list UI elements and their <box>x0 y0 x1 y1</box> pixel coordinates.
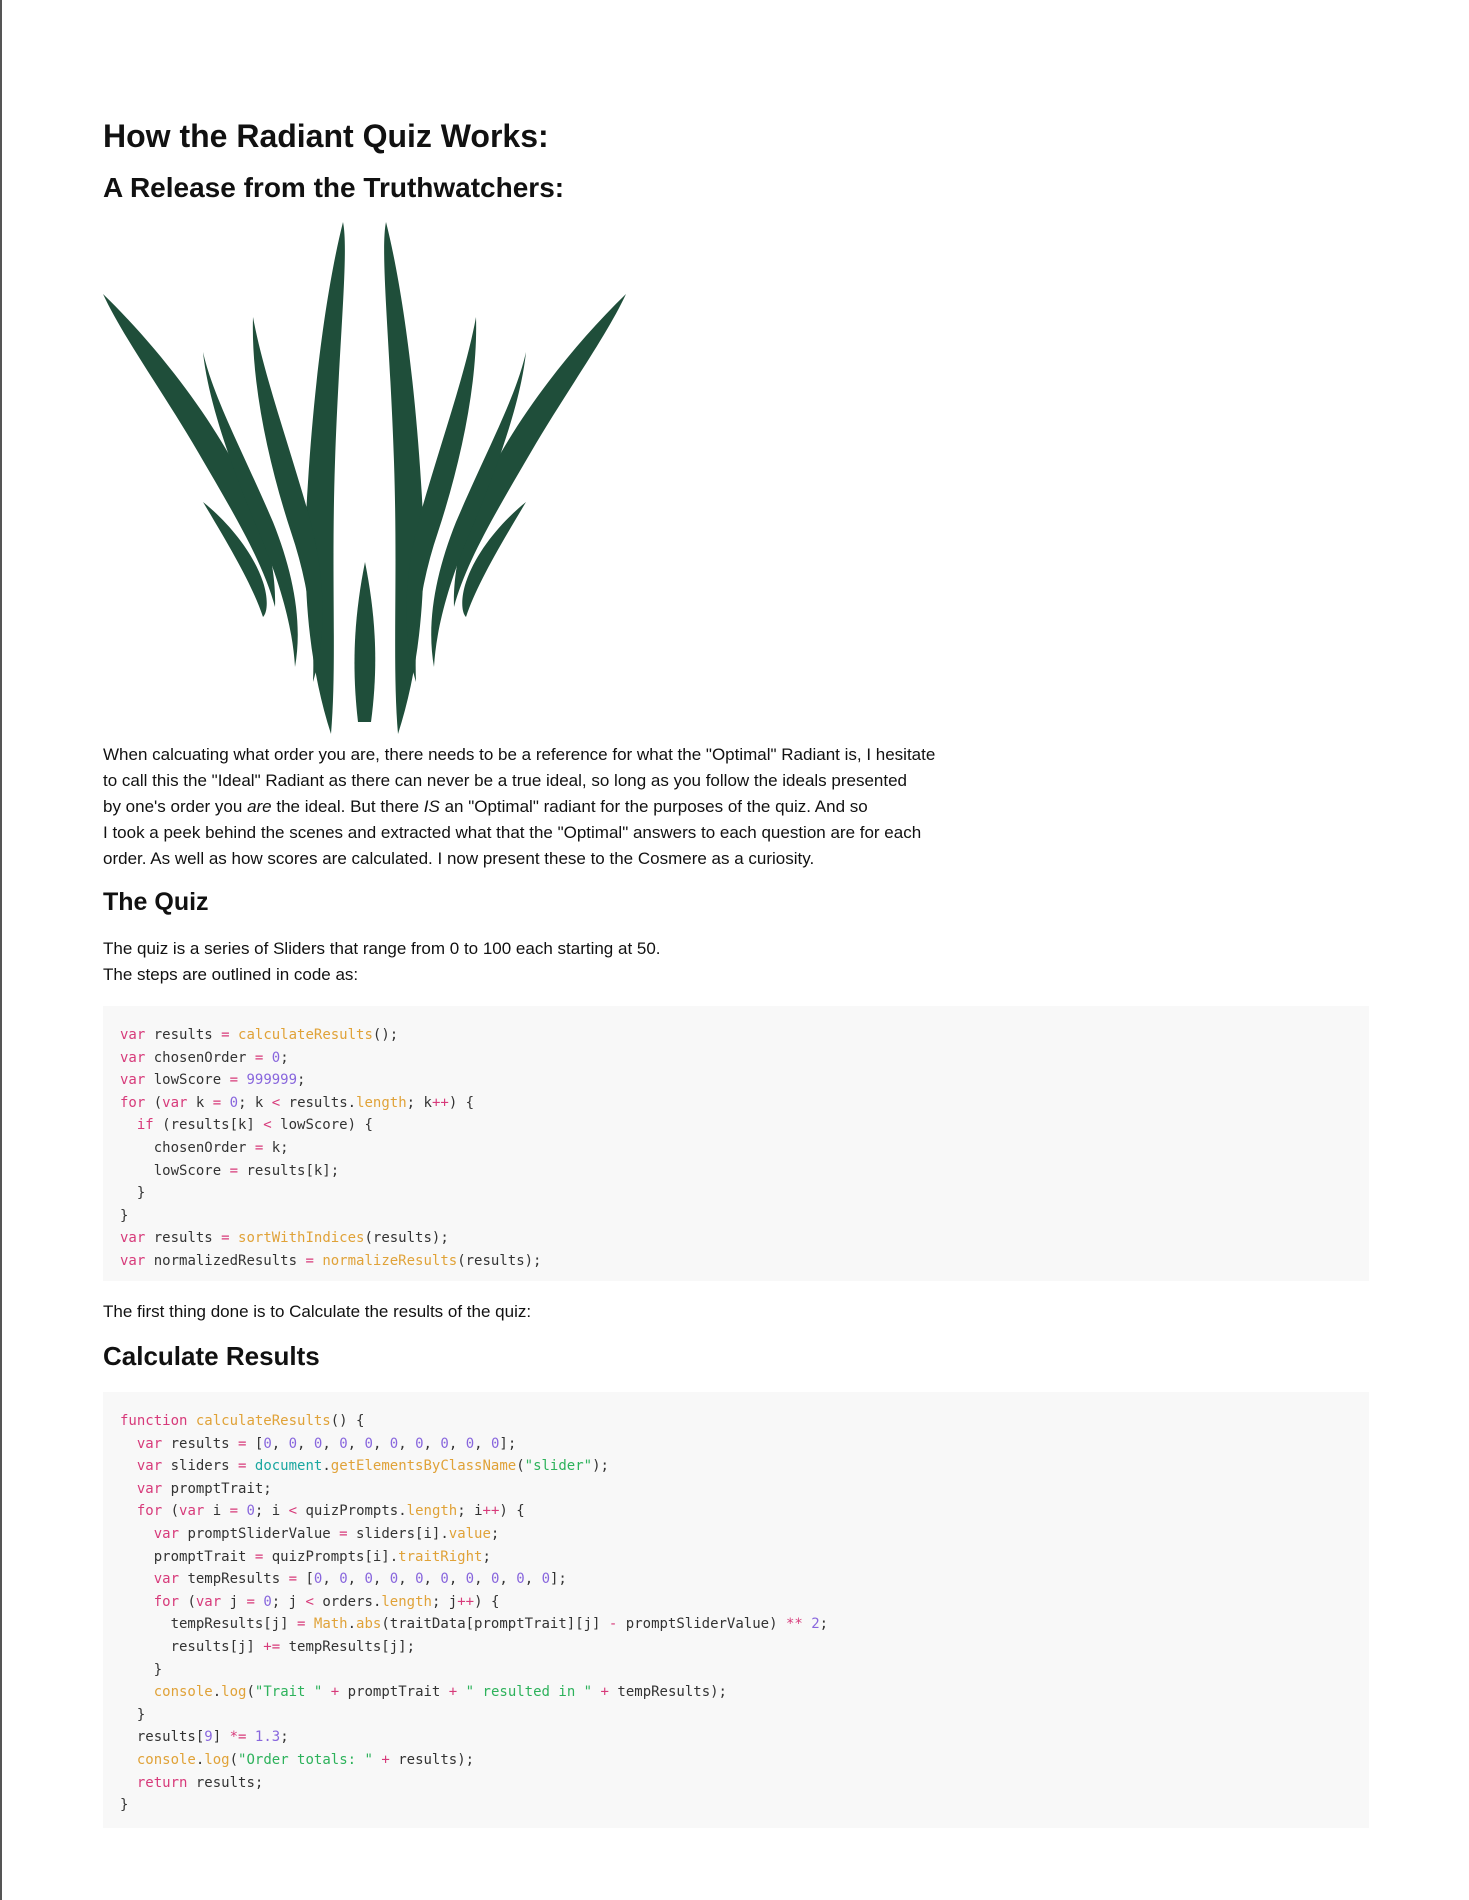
intro-paragraph: When calcuating what order you are, ther… <box>103 745 936 868</box>
quiz-description: The quiz is a series of Sliders that ran… <box>103 939 661 984</box>
page-title: How the Radiant Quiz Works: <box>103 118 549 154</box>
page-subtitle: A Release from the Truthwatchers: <box>103 172 565 203</box>
truthwatcher-glyph-icon <box>103 222 626 734</box>
code-block-calculate-results: function calculateResults() { var result… <box>103 1392 1369 1828</box>
calc-intro-text: The first thing done is to Calculate the… <box>103 1302 532 1321</box>
code-block-main: var results = calculateResults(); var ch… <box>103 1006 1369 1281</box>
section-heading-calculate-results: Calculate Results <box>103 1341 320 1371</box>
section-heading-quiz: The Quiz <box>103 888 209 916</box>
left-border <box>0 0 2 1900</box>
